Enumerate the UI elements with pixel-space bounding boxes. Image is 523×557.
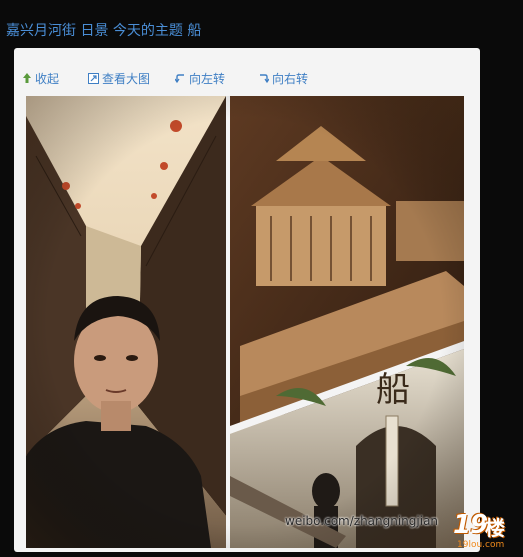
logo-char: 楼	[485, 516, 505, 540]
view-large-button[interactable]: 查看大图	[88, 70, 150, 86]
post-title[interactable]: 嘉兴月河街 日景 今天的主题 船	[6, 20, 201, 40]
rotate-right-icon	[260, 73, 269, 83]
rotate-left-button[interactable]: 向左转	[175, 70, 225, 86]
rotate-right-button[interactable]: 向右转	[258, 70, 308, 86]
collapse-button[interactable]: 收起	[22, 70, 59, 86]
rotate-right-label: 向右转	[272, 71, 309, 86]
weibo-card: 收起 查看大图 向左转 向右转	[14, 48, 480, 552]
photo-collage[interactable]: 船	[26, 96, 464, 548]
collapse-label: 收起	[35, 71, 60, 86]
logo-domain: 19lou.com	[457, 540, 505, 550]
enlarge-icon	[88, 72, 99, 84]
collage-image: 船	[26, 96, 464, 548]
rotate-left-label: 向左转	[189, 71, 226, 86]
19lou-logo: 19 楼 19lou.com	[453, 510, 521, 554]
view-large-label: 查看大图	[102, 71, 151, 86]
arrow-up-icon	[23, 73, 31, 83]
logo-number: 19	[453, 510, 488, 540]
weibo-watermark: weibo.com/zhangningjian	[285, 514, 439, 528]
rotate-left-icon	[175, 73, 184, 83]
